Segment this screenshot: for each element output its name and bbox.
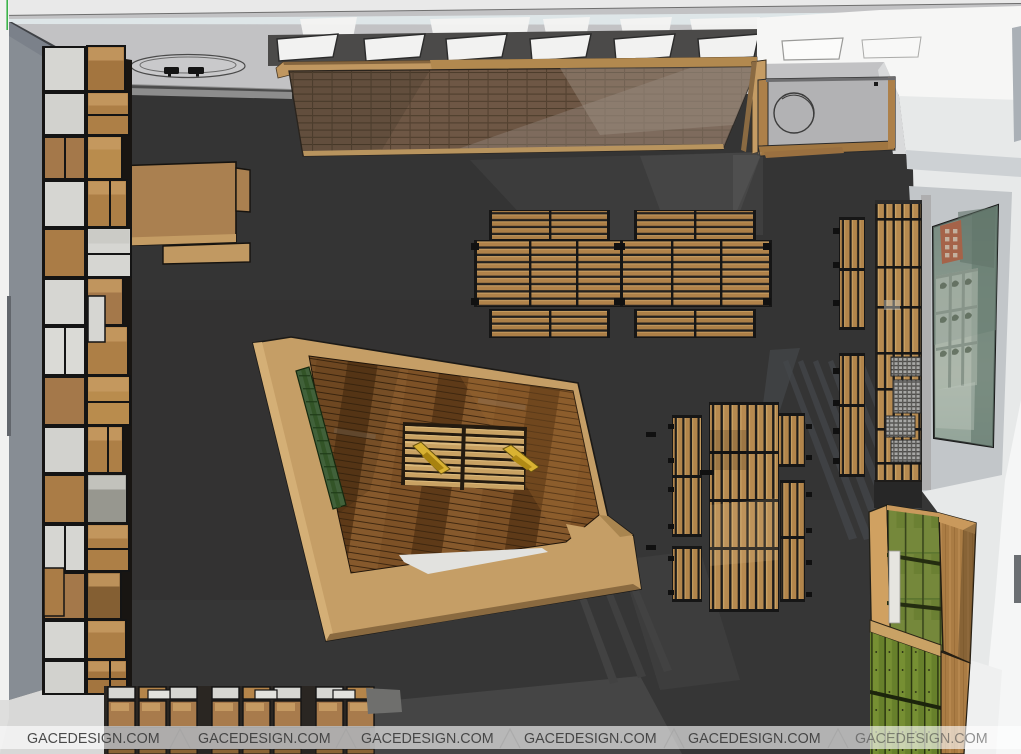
svg-text:GACEDESIGN.COM: GACEDESIGN.COM <box>688 731 821 747</box>
svg-text:GACEDESIGN.COM: GACEDESIGN.COM <box>361 731 494 747</box>
svg-text:GACEDESIGN.COM: GACEDESIGN.COM <box>524 731 657 747</box>
svg-text:GACEDESIGN.COM: GACEDESIGN.COM <box>855 731 988 747</box>
svg-text:GACEDESIGN.COM: GACEDESIGN.COM <box>27 731 160 747</box>
svg-text:GACEDESIGN.COM: GACEDESIGN.COM <box>198 731 331 747</box>
